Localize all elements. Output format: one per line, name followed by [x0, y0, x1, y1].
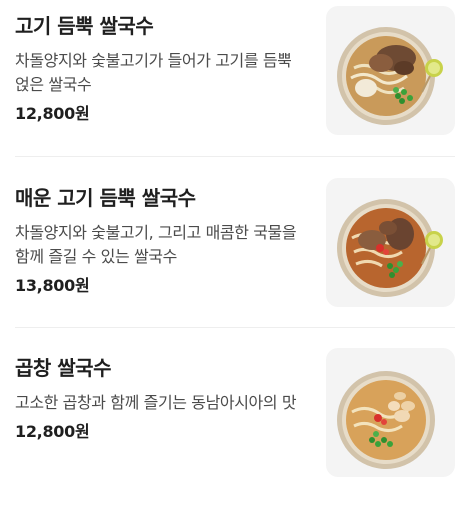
menu-item-name: 매운 고기 듬뿍 쌀국수 [15, 186, 196, 210]
divider [15, 156, 455, 157]
menu-item-price: 12,800원 [15, 104, 90, 123]
menu-item-image[interactable] [326, 348, 455, 477]
menu-item-text: 고기 듬뿍 쌀국수 차돌양지와 숯불고기가 들어가 고기를 듬뿍 얹은 쌀국수 … [15, 12, 310, 125]
menu-item-tripe-pho[interactable]: 곱창 쌀국수 고소한 곱창과 함께 즐기는 동남아시아의 맛 12,800원 [0, 342, 461, 512]
divider [15, 327, 455, 328]
menu-item-description: 차돌양지와 숯불고기, 그리고 매콤한 국물을 함께 즐길 수 있는 쌀국수 [15, 223, 297, 266]
beef-pho-bowl-icon [337, 27, 443, 125]
menu-item-image[interactable] [326, 6, 455, 135]
menu-item-name: 고기 듬뿍 쌀국수 [15, 14, 154, 38]
tripe-pho-bowl-icon [337, 371, 435, 469]
menu-item-price: 12,800원 [15, 422, 90, 441]
menu-item-description: 고소한 곱창과 함께 즐기는 동남아시아의 맛 [15, 393, 297, 412]
menu-item-description: 차돌양지와 숯불고기가 들어가 고기를 듬뿍 얹은 쌀국수 [15, 51, 292, 94]
spicy-beef-pho-bowl-icon [337, 199, 443, 297]
menu-item-name: 곱창 쌀국수 [15, 356, 111, 380]
menu-item-beef-pho[interactable]: 고기 듬뿍 쌀국수 차돌양지와 숯불고기가 들어가 고기를 듬뿍 얹은 쌀국수 … [0, 0, 461, 170]
menu-list: 고기 듬뿍 쌀국수 차돌양지와 숯불고기가 들어가 고기를 듬뿍 얹은 쌀국수 … [0, 0, 461, 477]
menu-item-text: 매운 고기 듬뿍 쌀국수 차돌양지와 숯불고기, 그리고 매콤한 국물을 함께 … [15, 184, 310, 297]
menu-item-price: 13,800원 [15, 276, 90, 295]
menu-item-spicy-beef-pho[interactable]: 매운 고기 듬뿍 쌀국수 차돌양지와 숯불고기, 그리고 매콤한 국물을 함께 … [0, 172, 461, 342]
menu-item-text: 곱창 쌀국수 고소한 곱창과 함께 즐기는 동남아시아의 맛 12,800원 [15, 354, 310, 443]
menu-item-image[interactable] [326, 178, 455, 307]
